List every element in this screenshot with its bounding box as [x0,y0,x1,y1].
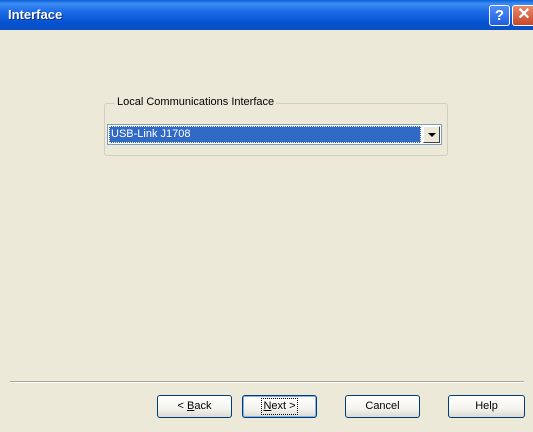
help-glyph: ? [494,7,505,24]
help-icon[interactable]: ? [489,5,510,26]
back-button[interactable]: < Back [157,395,232,418]
cancel-button[interactable]: Cancel [345,395,420,418]
close-glyph: ✕ [517,6,531,23]
help-button[interactable]: Help [448,395,525,418]
back-prefix: < [177,400,187,412]
chevron-down-icon[interactable] [423,126,440,143]
button-separator [10,381,524,383]
window-title: Interface [8,7,63,22]
title-bar[interactable]: Interface ? ✕ [0,0,533,30]
cancel-label: Cancel [365,400,400,412]
next-rest: ext > [271,400,296,412]
interface-select[interactable]: USB-Link J1708 [107,124,442,145]
help-label: Help [475,400,498,412]
next-focus: Next > [261,398,298,415]
close-icon[interactable]: ✕ [512,5,533,26]
group-label: Local Communications Interface [115,96,277,108]
interface-select-value[interactable]: USB-Link J1708 [109,126,421,143]
back-rest: ack [194,400,212,412]
next-button[interactable]: Next > [242,395,317,418]
interface-dialog: Interface ? ✕ Local Communications Inter… [0,0,533,432]
